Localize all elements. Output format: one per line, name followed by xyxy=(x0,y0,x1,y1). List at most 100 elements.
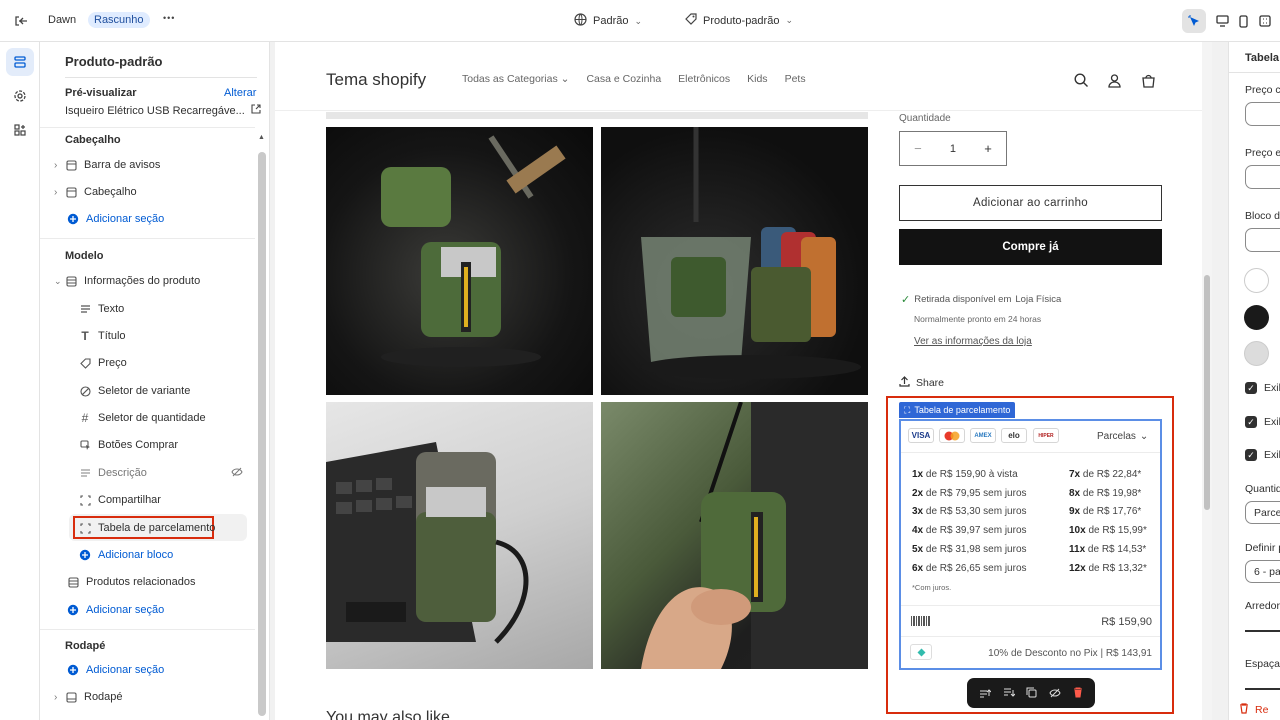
price-color-input[interactable] xyxy=(1245,165,1280,189)
sidebar-item-footer[interactable]: › Rodapé xyxy=(54,690,123,704)
preview-change-link[interactable]: Alterar xyxy=(224,87,256,99)
installments-dropdown[interactable]: Parcelas ⌄ xyxy=(1097,431,1148,442)
inspector-toggle-button[interactable] xyxy=(1182,9,1206,33)
store-info-link[interactable]: Ver as informações da loja xyxy=(914,336,1032,347)
theme-settings-icon[interactable] xyxy=(6,82,34,110)
sections-icon[interactable] xyxy=(6,48,34,76)
more-actions-button[interactable]: ••• xyxy=(163,13,175,23)
add-section-label: Adicionar seção xyxy=(86,664,165,676)
mobile-view-icon[interactable] xyxy=(1234,11,1252,31)
template-selector[interactable]: Produto-padrão ⌄ xyxy=(685,13,793,28)
block-variant-picker[interactable]: Seletor de variante xyxy=(78,384,190,398)
spacing-slider[interactable] xyxy=(1245,688,1280,690)
settings-label: Preço e xyxy=(1245,147,1280,159)
share-button[interactable]: Share xyxy=(899,376,944,390)
text-icon xyxy=(78,302,92,316)
dropdown-label: Parcelas xyxy=(1097,431,1136,442)
quantity-select[interactable]: Parce xyxy=(1245,501,1280,524)
scroll-up-arrow[interactable]: ▲ xyxy=(258,134,265,141)
block-tag-label: Tabela de parcelamento xyxy=(914,405,1011,415)
table-divider xyxy=(901,605,1160,606)
settings-checkbox[interactable]: ✓ Exib xyxy=(1245,449,1280,461)
exit-icon[interactable] xyxy=(10,10,32,32)
settings-checkbox[interactable]: ✓ Exib xyxy=(1245,382,1280,394)
hide-icon[interactable] xyxy=(1049,686,1061,701)
preview-scrollbar[interactable] xyxy=(1202,42,1212,720)
block-installment-table[interactable]: Tabela de parcelamento xyxy=(78,521,215,535)
add-block-button[interactable]: Adicionar bloco xyxy=(78,548,173,562)
sidebar-item-product-info[interactable]: ⌄ Informações do produto xyxy=(54,274,200,288)
nav-item-kids[interactable]: Kids xyxy=(747,73,767,85)
apps-icon[interactable] xyxy=(6,116,34,144)
block-color-input[interactable] xyxy=(1245,228,1280,252)
add-to-cart-button[interactable]: Adicionar ao carrinho xyxy=(899,185,1162,221)
nav-item-categories[interactable]: Todas as Categorias ⌄ xyxy=(462,73,569,85)
elo-card-icon: elo xyxy=(1001,428,1027,443)
chevron-right-icon: › xyxy=(54,159,58,171)
eye-hidden-icon[interactable] xyxy=(231,467,243,480)
block-share[interactable]: Compartilhar xyxy=(78,493,161,507)
block-buy-buttons[interactable]: Botões Comprar xyxy=(78,438,178,452)
preview-product[interactable]: Isqueiro Elétrico USB Recarregáve... xyxy=(65,104,261,117)
nav-item-kitchen[interactable]: Casa e Cozinha xyxy=(586,73,661,85)
define-select[interactable]: 6 - pa xyxy=(1245,560,1280,583)
quantity-minus-button[interactable]: − xyxy=(914,141,922,156)
remove-block-button[interactable]: Re xyxy=(1239,703,1268,717)
mastercard-icon xyxy=(939,428,965,443)
sidebar-item-header[interactable]: › Cabeçalho xyxy=(54,185,137,199)
fullscreen-icon[interactable] xyxy=(1256,11,1274,31)
cart-icon[interactable] xyxy=(1139,71,1157,89)
quantity-stepper[interactable]: − 1 + xyxy=(899,131,1007,166)
color-swatch-black[interactable] xyxy=(1244,305,1269,330)
block-text[interactable]: Texto xyxy=(78,302,124,316)
rounding-slider[interactable] xyxy=(1245,630,1280,632)
move-up-icon[interactable] xyxy=(979,686,992,701)
product-image-2[interactable] xyxy=(601,127,868,395)
preset-selector[interactable]: Padrão ⌄ xyxy=(574,13,642,29)
installment-table[interactable]: VISA AMEX elo HIPER Parcelas ⌄ 1x de R$ … xyxy=(899,419,1162,670)
move-down-icon[interactable] xyxy=(1003,686,1016,701)
product-image-3[interactable] xyxy=(326,402,593,669)
preview-scroll-thumb[interactable] xyxy=(1204,275,1210,510)
nav-item-pets[interactable]: Pets xyxy=(785,73,806,85)
block-quantity-selector[interactable]: # Seletor de quantidade xyxy=(78,411,206,425)
boleto-icon xyxy=(910,615,932,630)
add-section-button[interactable]: Adicionar seção xyxy=(66,663,164,677)
section-icon xyxy=(64,690,78,704)
account-icon[interactable] xyxy=(1105,71,1123,89)
section-icon xyxy=(64,185,78,199)
sidebar-scrollbar[interactable] xyxy=(258,152,266,716)
add-section-button[interactable]: Adicionar seção xyxy=(66,603,164,617)
product-image-4[interactable] xyxy=(601,402,868,669)
color-swatch-white[interactable] xyxy=(1244,268,1269,293)
block-tag-icon: ⛶ xyxy=(904,404,911,415)
block-price[interactable]: Preço xyxy=(78,356,127,370)
add-section-button[interactable]: Adicionar seção xyxy=(66,212,164,226)
chevron-right-icon: › xyxy=(54,186,58,198)
duplicate-icon[interactable] xyxy=(1026,686,1037,701)
color-swatch-gray[interactable] xyxy=(1244,341,1269,366)
sidebar-item-announcement-bar[interactable]: › Barra de avisos xyxy=(54,158,160,172)
block-description[interactable]: Descrição xyxy=(78,466,243,480)
store-name[interactable]: Tema shopify xyxy=(326,70,426,90)
checkbox-checked-icon: ✓ xyxy=(1245,382,1257,394)
block-title[interactable]: T Título xyxy=(78,329,125,343)
desktop-view-icon[interactable] xyxy=(1212,11,1232,31)
installment-block-tag[interactable]: ⛶ Tabela de parcelamento xyxy=(899,402,1016,418)
quantity-plus-button[interactable]: + xyxy=(984,141,992,156)
delete-icon[interactable] xyxy=(1073,686,1083,701)
chevron-down-icon: ⌄ xyxy=(1139,431,1149,442)
settings-checkbox[interactable]: ✓ Exib xyxy=(1245,416,1280,428)
sidebar-item-label: Produtos relacionados xyxy=(86,576,196,588)
product-image-1[interactable] xyxy=(326,127,593,395)
select-value: Parce xyxy=(1254,507,1280,519)
chevron-down-icon: ⌄ xyxy=(785,15,793,25)
nav-item-electronics[interactable]: Eletrônicos xyxy=(678,73,730,85)
installment-row: 7x de R$ 22,84* xyxy=(1069,469,1142,480)
search-icon[interactable] xyxy=(1072,71,1090,89)
quantity-value[interactable]: 1 xyxy=(950,143,956,155)
buy-now-button[interactable]: Compre já xyxy=(899,229,1162,265)
price-color-input[interactable] xyxy=(1245,102,1280,126)
settings-label: Arredor xyxy=(1245,600,1280,612)
sidebar-item-related-products[interactable]: Produtos relacionados xyxy=(66,575,195,589)
